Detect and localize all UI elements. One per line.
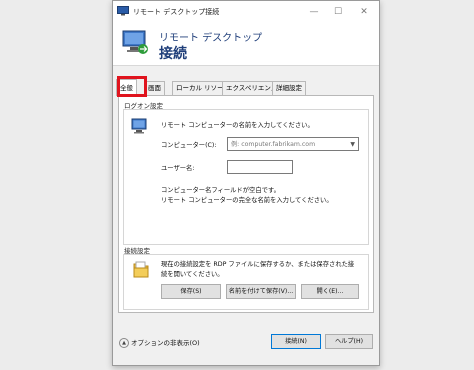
remote-desktop-window: リモート デスクトップ接続 — ☐ ✕ リモート デスクトップ 接続 全般 画面…	[112, 0, 380, 366]
empty-name-note: コンピューター名フィールドが空白です。	[161, 187, 280, 194]
help-button[interactable]: ヘルプ(H)	[325, 334, 373, 349]
computer-combobox[interactable]: 例: computer.fabrikam.com ▼	[227, 137, 359, 151]
remote-desktop-icon	[117, 6, 129, 16]
maximize-button[interactable]: ☐	[329, 4, 347, 20]
chevron-up-icon: ▲	[119, 338, 129, 348]
connection-desc-line1: 現在の接続設定を RDP ファイルに保存するか、または保存された接	[161, 261, 355, 268]
folder-icon	[133, 261, 149, 278]
dialog-header: リモート デスクトップ 接続	[113, 23, 379, 66]
save-button[interactable]: 保存(S)	[161, 284, 221, 299]
connect-button[interactable]: 接続(N)	[271, 334, 321, 349]
close-button[interactable]: ✕	[355, 4, 373, 20]
tab-display[interactable]: 画面	[144, 81, 165, 95]
save-as-button[interactable]: 名前を付けて保存(V)...	[226, 284, 296, 299]
logon-group-box	[123, 109, 369, 245]
logon-intro-text: リモート コンピューターの名前を入力してください。	[161, 122, 314, 129]
tab-advanced[interactable]: 詳細設定	[272, 81, 306, 95]
hide-options-toggle[interactable]: ▲ オプションの非表示(O)	[119, 337, 200, 348]
general-tab-panel: ログオン設定 リモート コンピューターの名前を入力してください。 コンピューター…	[118, 95, 374, 313]
window-title: リモート デスクトップ接続	[133, 8, 220, 16]
open-button[interactable]: 開く(E)...	[301, 284, 359, 299]
remote-desktop-logo-icon	[122, 30, 148, 54]
header-subtitle: 接続	[159, 46, 187, 62]
title-bar[interactable]: リモート デスクトップ接続 — ☐ ✕	[113, 1, 379, 23]
computer-label: コンピューター(C):	[161, 142, 217, 149]
connection-desc-line2: 続を開いてください。	[161, 271, 224, 278]
hide-options-label: オプションの非表示(O)	[131, 339, 200, 347]
enter-name-note: リモート コンピューターの完全な名前を入力してください。	[161, 197, 333, 204]
computer-icon	[131, 118, 147, 134]
minimize-button[interactable]: —	[305, 4, 323, 20]
header-title: リモート デスクトップ	[159, 33, 263, 44]
username-field[interactable]	[227, 160, 293, 174]
tab-general[interactable]: 全般	[116, 79, 137, 96]
computer-placeholder: 例: computer.fabrikam.com	[231, 141, 316, 148]
chevron-down-icon[interactable]: ▼	[350, 138, 355, 151]
username-label: ユーザー名:	[161, 165, 195, 172]
